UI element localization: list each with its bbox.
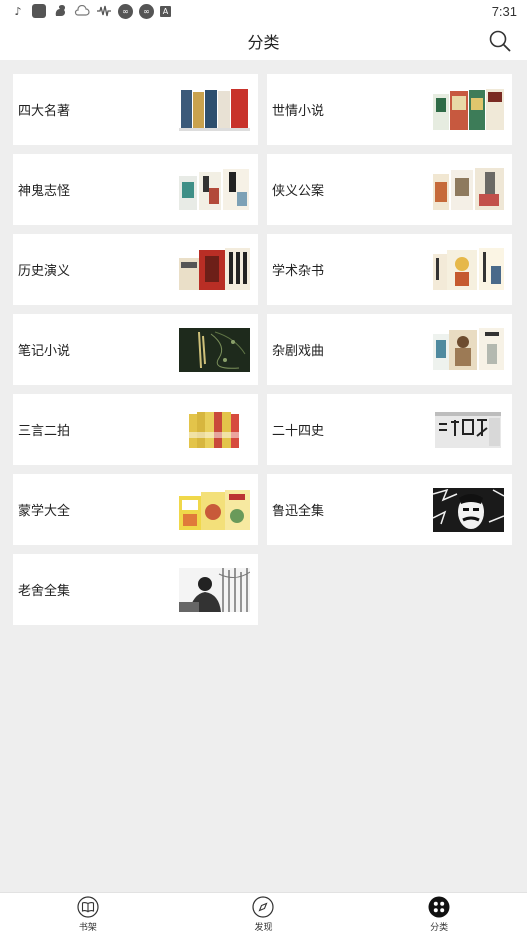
category-label: 历史演义 [18, 264, 71, 279]
category-label: 蒙学大全 [18, 504, 71, 519]
category-card[interactable]: 历史演义 [13, 234, 258, 305]
category-grid: 四大名著 世情小说 神鬼志怪 侠义公案 历史演义 学术杂书 笔记小说 杂剧戏曲 … [13, 74, 512, 625]
page-title: 分类 [247, 33, 280, 52]
category-label: 世情小说 [272, 104, 325, 119]
book-open-icon [77, 896, 99, 918]
category-card[interactable]: 杂剧戏曲 [267, 314, 512, 385]
category-thumbnail [179, 408, 250, 452]
status-bar: ♪ ∞ ∞ A 7:31 [0, 0, 527, 22]
cloud-icon [74, 4, 90, 18]
squirrel-icon [52, 4, 68, 18]
category-thumbnail [433, 88, 504, 132]
tiktok-icon: ♪ [14, 4, 22, 18]
category-thumbnail [179, 327, 250, 372]
category-thumbnail [433, 327, 504, 372]
nav-bookshelf[interactable]: 书架 [48, 896, 128, 933]
category-card[interactable]: 世情小说 [267, 74, 512, 145]
compass-icon [252, 896, 275, 918]
app-header: 分类 [0, 22, 527, 60]
nav-label: 发现 [254, 923, 273, 933]
app-square-icon [32, 4, 46, 18]
category-thumbnail [433, 247, 504, 292]
category-thumbnail [433, 487, 504, 532]
category-thumbnail [179, 567, 250, 612]
waveform-icon [96, 4, 112, 18]
category-label: 二十四史 [272, 424, 325, 439]
category-card[interactable]: 鲁迅全集 [267, 474, 512, 545]
font-a-icon: A [160, 5, 171, 17]
category-label: 老舍全集 [18, 584, 71, 599]
nav-discover[interactable]: 发现 [223, 896, 303, 933]
category-label: 学术杂书 [272, 264, 325, 279]
category-thumbnail [433, 408, 504, 452]
category-card[interactable]: 三言二拍 [13, 394, 258, 465]
circle-app-icon: ∞ [139, 3, 154, 19]
category-label: 侠义公案 [272, 184, 325, 199]
category-thumbnail [433, 167, 504, 212]
status-icons: ♪ ∞ ∞ A [10, 3, 171, 19]
nav-label: 分类 [430, 923, 449, 933]
category-card[interactable]: 侠义公案 [267, 154, 512, 225]
category-card[interactable]: 神鬼志怪 [13, 154, 258, 225]
category-label: 鲁迅全集 [272, 504, 325, 519]
category-label: 笔记小说 [18, 344, 71, 359]
category-card[interactable]: 笔记小说 [13, 314, 258, 385]
category-thumbnail [179, 88, 250, 132]
category-label: 神鬼志怪 [18, 184, 71, 199]
category-card[interactable]: 二十四史 [267, 394, 512, 465]
nav-label: 书架 [78, 923, 97, 933]
category-card[interactable]: 老舍全集 [13, 554, 258, 625]
search-icon[interactable] [489, 30, 511, 52]
bottom-nav: 书架 发现 分类 [0, 892, 527, 936]
category-card[interactable]: 四大名著 [13, 74, 258, 145]
nav-category[interactable]: 分类 [399, 896, 479, 933]
category-thumbnail [179, 488, 250, 532]
category-label: 三言二拍 [18, 424, 71, 439]
category-label: 四大名著 [18, 104, 71, 119]
circle-app-icon: ∞ [118, 3, 133, 19]
category-thumbnail [179, 247, 250, 292]
category-card[interactable]: 蒙学大全 [13, 474, 258, 545]
status-time: 7:31 [491, 3, 517, 19]
category-thumbnail [179, 168, 250, 212]
category-label: 杂剧戏曲 [272, 344, 325, 359]
category-card[interactable]: 学术杂书 [267, 234, 512, 305]
grid-dots-icon [428, 896, 450, 918]
